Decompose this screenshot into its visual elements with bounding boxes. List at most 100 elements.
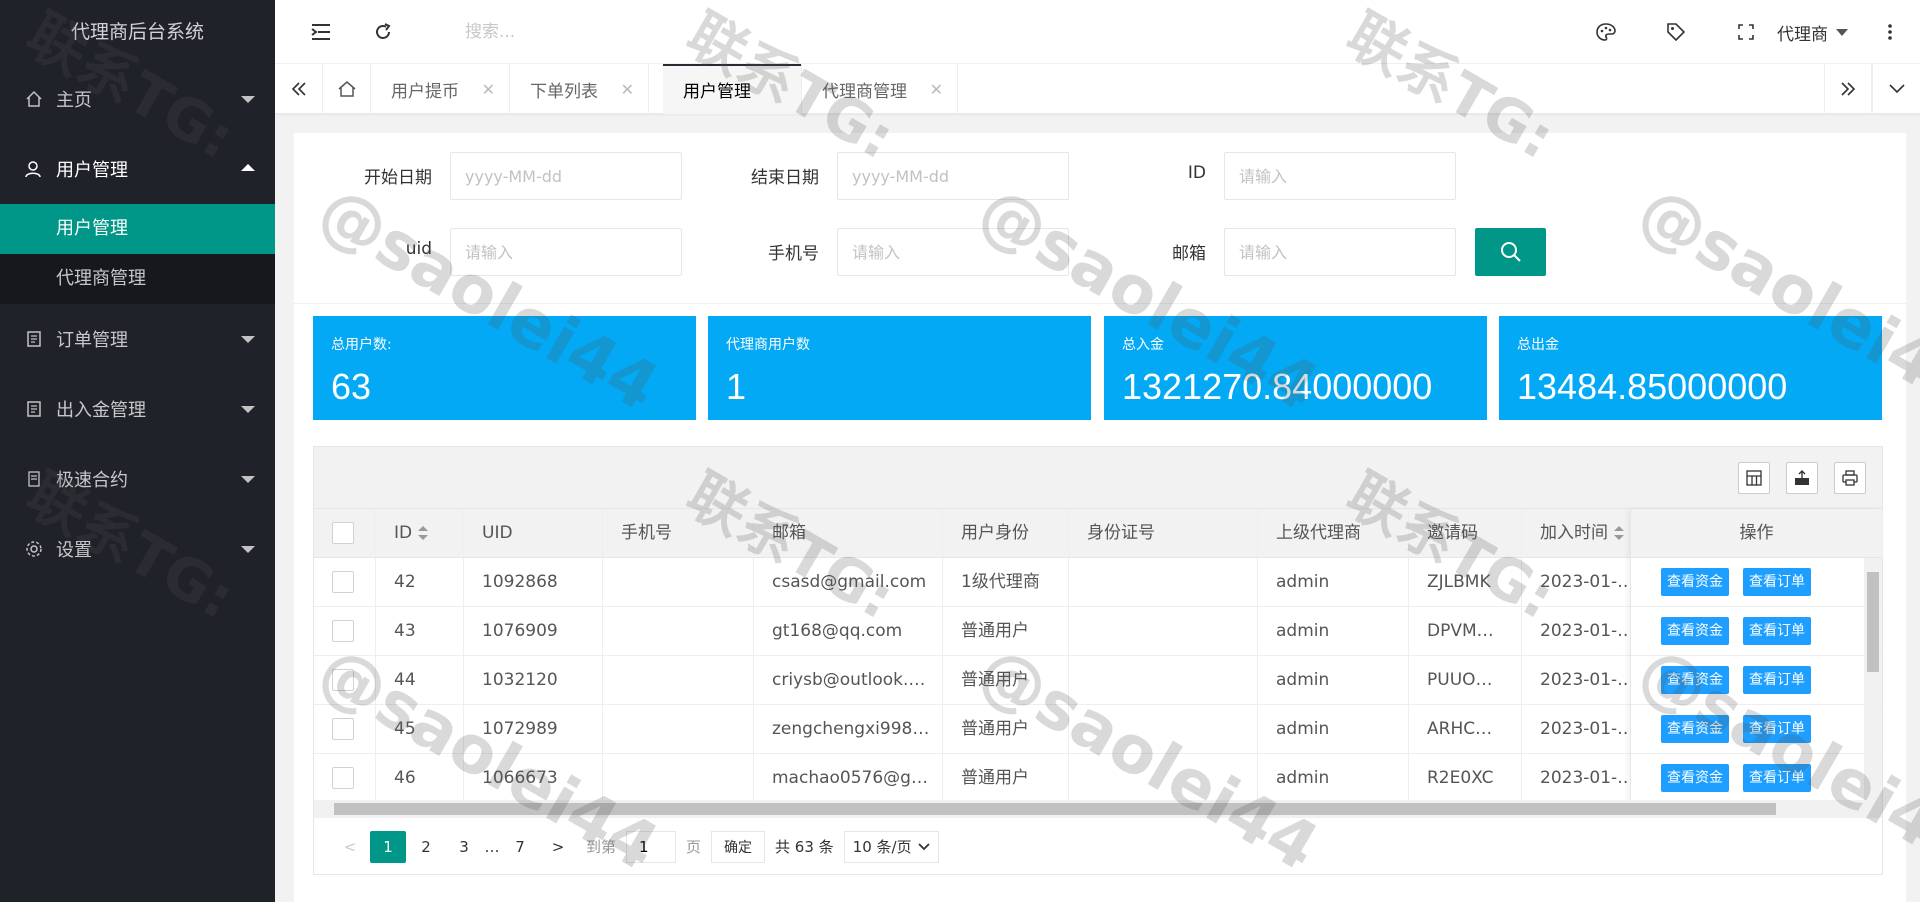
page-1[interactable]: 1 (370, 830, 406, 863)
cell-phone (603, 705, 754, 753)
goto-page-input[interactable] (626, 830, 677, 863)
tabs-menu-chevron-down-icon[interactable] (1872, 64, 1920, 114)
tabs-scroll-right-icon[interactable] (1824, 64, 1872, 114)
row-checkbox[interactable] (332, 620, 354, 642)
col-header-role: 用户身份 (943, 509, 1069, 557)
tab-label: 代理商管理 (822, 81, 907, 102)
row-actions: 查看资金 查看订单 (1631, 705, 1883, 754)
tab-user-management[interactable]: 用户管理 (663, 64, 802, 114)
theme-palette-icon[interactable] (1578, 0, 1634, 64)
start-date-field[interactable] (450, 152, 682, 200)
goto-confirm-button[interactable]: 确定 (711, 830, 766, 863)
view-orders-button[interactable]: 查看订单 (1743, 617, 1811, 645)
chevron-down-icon (241, 96, 255, 103)
sidebar-item-fast-contract[interactable]: 极速合约 (0, 444, 275, 514)
horizontal-scrollbar[interactable] (314, 800, 1882, 818)
row-checkbox[interactable] (332, 669, 354, 691)
sidebar-item-deposit-withdraw[interactable]: 出入金管理 (0, 374, 275, 444)
chevron-down-icon (241, 336, 255, 343)
phone-field[interactable] (837, 228, 1069, 276)
row-checkbox[interactable] (332, 571, 354, 593)
search-button[interactable] (1475, 228, 1546, 276)
col-header-joined[interactable]: 加入时间 (1522, 509, 1642, 557)
id-field[interactable] (1224, 152, 1456, 200)
select-all-checkbox[interactable] (332, 522, 354, 544)
row-actions: 查看资金 查看订单 (1631, 558, 1883, 607)
main-content: 开始日期 结束日期 ID uid 手机号 邮箱 总用户数: 63 代理商用户数 … (294, 133, 1906, 902)
columns-filter-icon[interactable] (1738, 462, 1770, 494)
view-orders-button[interactable]: 查看订单 (1743, 764, 1811, 792)
view-orders-button[interactable]: 查看订单 (1743, 715, 1811, 743)
cell-idcard (1069, 754, 1258, 802)
refresh-icon[interactable] (355, 0, 411, 64)
sidebar-item-home[interactable]: 主页 (0, 64, 275, 134)
next-page-icon[interactable]: > (540, 831, 576, 863)
page-2[interactable]: 2 (408, 831, 444, 863)
scrollbar-thumb[interactable] (334, 803, 1776, 815)
close-icon[interactable]: ✕ (621, 80, 634, 99)
end-date-field[interactable] (837, 152, 1069, 200)
page-3[interactable]: 3 (446, 831, 482, 863)
tab-home-icon[interactable] (323, 64, 371, 114)
stat-card-agent-users: 代理商用户数 1 (708, 316, 1091, 420)
col-header-id[interactable]: ID (376, 509, 464, 557)
row-actions: 查看资金 查看订单 (1631, 607, 1883, 656)
tab-agent-management[interactable]: 代理商管理 ✕ (802, 64, 958, 114)
stat-label: 代理商用户数 (726, 337, 810, 353)
cell-id: 45 (376, 705, 464, 753)
sidebar-subitem-agent-management[interactable]: 代理商管理 (0, 254, 275, 304)
sort-icon[interactable] (418, 526, 429, 540)
cell-uid: 1066673 (464, 754, 603, 802)
menu-collapse-icon[interactable] (293, 0, 349, 64)
row-checkbox[interactable] (332, 767, 354, 789)
page-7[interactable]: 7 (502, 831, 538, 863)
cell-id: 44 (376, 656, 464, 704)
sidebar-item-orders[interactable]: 订单管理 (0, 304, 275, 374)
sidebar-subitem-user-management[interactable]: 用户管理 (0, 204, 275, 254)
cell-id: 43 (376, 607, 464, 655)
user-dropdown[interactable]: 代理商 (1777, 0, 1848, 64)
vertical-scrollbar[interactable] (1864, 558, 1882, 800)
cell-parent: admin (1258, 656, 1409, 704)
sort-icon[interactable] (1614, 526, 1624, 540)
fullscreen-icon[interactable] (1718, 0, 1774, 64)
uid-field[interactable] (450, 228, 682, 276)
view-funds-button[interactable]: 查看资金 (1661, 666, 1729, 694)
cell-joined: 2023-01-02 2 (1522, 754, 1642, 802)
sidebar-item-settings[interactable]: 设置 (0, 514, 275, 584)
row-actions: 查看资金 查看订单 (1631, 656, 1883, 705)
print-icon[interactable] (1834, 462, 1866, 494)
tab-user-withdraw[interactable]: 用户提币 ✕ (371, 64, 510, 114)
row-select-cell (314, 558, 376, 606)
cell-phone (603, 656, 754, 704)
page-size-select[interactable]: 10 条/页 (843, 830, 939, 863)
stat-card-total-users: 总用户数: 63 (313, 316, 696, 420)
export-icon[interactable] (1786, 462, 1818, 494)
scrollbar-thumb[interactable] (1867, 572, 1879, 672)
sidebar-item-user-management[interactable]: 用户管理 (0, 134, 275, 204)
cell-role: 1级代理商 (943, 558, 1069, 606)
tag-icon[interactable] (1648, 0, 1704, 64)
view-funds-button[interactable]: 查看资金 (1661, 617, 1729, 645)
cell-parent: admin (1258, 754, 1409, 802)
more-vertical-icon[interactable] (1870, 0, 1910, 64)
sidebar-item-label: 极速合约 (56, 470, 128, 491)
cell-joined: 2023-01-02 1 (1522, 558, 1642, 606)
tabs-scroll-left-icon[interactable] (275, 64, 323, 114)
chevron-down-icon (1836, 28, 1848, 36)
close-icon[interactable]: ✕ (930, 80, 943, 99)
view-orders-button[interactable]: 查看订单 (1743, 666, 1811, 694)
view-funds-button[interactable]: 查看资金 (1661, 764, 1729, 792)
email-field[interactable] (1224, 228, 1456, 276)
row-checkbox[interactable] (332, 718, 354, 740)
close-icon[interactable]: ✕ (482, 80, 495, 99)
id-label: ID (1187, 163, 1206, 183)
prev-page-icon[interactable]: < (332, 831, 368, 863)
row-select-cell (314, 754, 376, 802)
table-toolbar (314, 447, 1882, 509)
view-orders-button[interactable]: 查看订单 (1743, 568, 1811, 596)
view-funds-button[interactable]: 查看资金 (1661, 715, 1729, 743)
search-input[interactable] (465, 18, 765, 46)
view-funds-button[interactable]: 查看资金 (1661, 568, 1729, 596)
tab-order-list[interactable]: 下单列表 ✕ (510, 64, 649, 114)
